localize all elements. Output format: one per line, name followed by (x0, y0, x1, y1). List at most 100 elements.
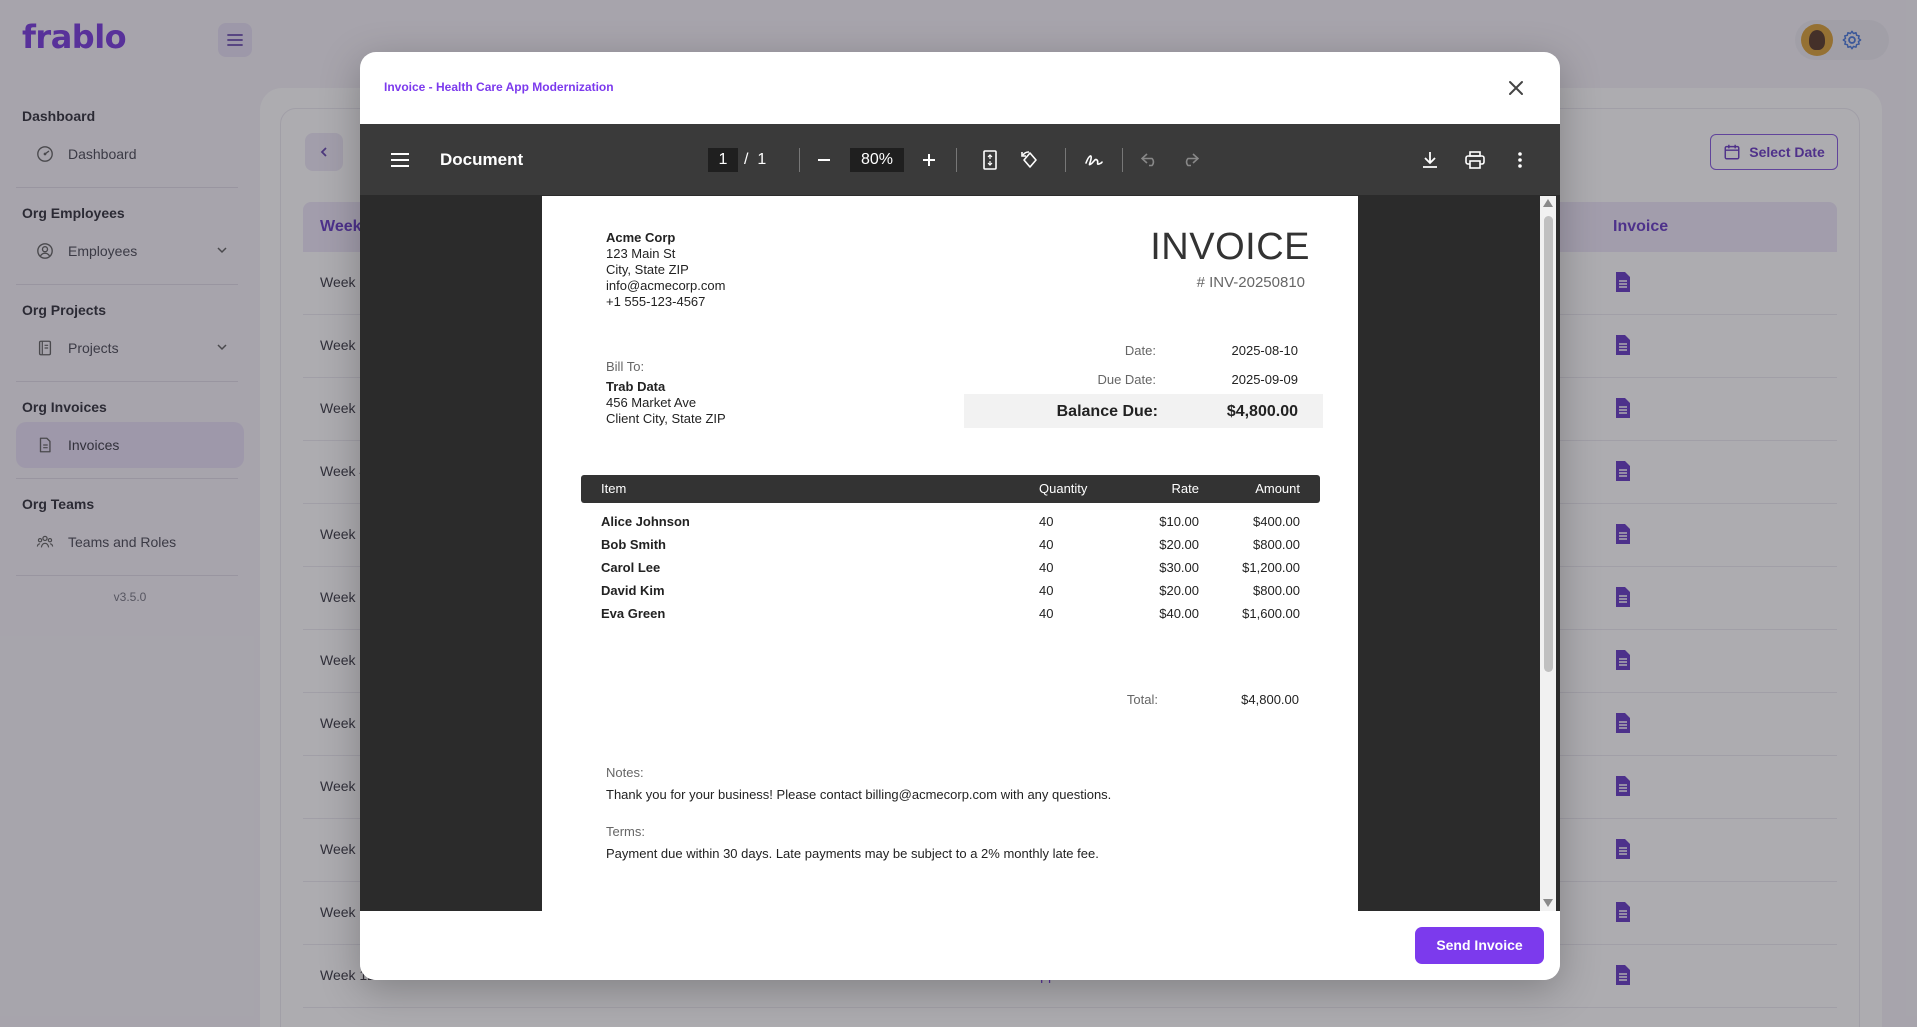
line-item-row: Carol Lee 40 $30.00 $1,200.00 (581, 557, 1320, 580)
line-item-rate: $20.00 (1159, 537, 1199, 552)
modal-title: Invoice - Health Care App Modernization (384, 80, 614, 94)
company-name: Acme Corp (606, 230, 676, 245)
pdf-document-title: Document (440, 150, 524, 169)
toolbar-divider (1122, 148, 1123, 172)
notes-label: Notes: (606, 765, 644, 780)
page-count: / 1 (744, 151, 766, 169)
date-label: Date: (1124, 343, 1156, 358)
fit-page-button[interactable] (976, 146, 1004, 174)
zoom-out-button[interactable] (810, 146, 838, 174)
line-item-row: Eva Green 40 $40.00 $1,600.00 (581, 603, 1320, 626)
zoom-level-input[interactable]: 80% (850, 148, 904, 172)
line-item-name: Eva Green (601, 606, 666, 621)
line-item-rate: $40.00 (1159, 606, 1199, 621)
toolbar-divider (956, 148, 957, 172)
send-invoice-button[interactable]: Send Invoice (1415, 927, 1544, 964)
redo-icon (1185, 153, 1199, 167)
company-info: Acme Corp 123 Main St City, State ZIP in… (606, 230, 725, 310)
notes-text: Thank you for your business! Please cont… (606, 787, 1112, 802)
pdf-scrollbar[interactable] (1540, 196, 1556, 911)
modal-footer: Send Invoice (360, 911, 1560, 980)
client-address-line1: 456 Market Ave (606, 395, 697, 410)
line-item-amount: $400.00 (1253, 514, 1300, 529)
pdf-page: Acme Corp 123 Main St City, State ZIP in… (542, 196, 1358, 911)
balance-due-label: Balance Due: (1056, 403, 1158, 420)
line-item-row: David Kim 40 $20.00 $800.00 (581, 580, 1320, 603)
toolbar-divider (799, 148, 800, 172)
line-item-quantity: 40 (1039, 514, 1054, 529)
invoice-number: # INV-20250810 (1196, 274, 1305, 291)
line-item-quantity: 40 (1039, 560, 1054, 575)
rotate-button[interactable] (1016, 146, 1044, 174)
company-email: info@acmecorp.com (606, 278, 726, 293)
line-item-rate: $10.00 (1159, 514, 1199, 529)
close-button[interactable] (1502, 74, 1530, 102)
undo-button[interactable] (1136, 146, 1164, 174)
line-item-name: David Kim (601, 583, 665, 598)
download-button[interactable] (1416, 146, 1444, 174)
download-icon (1423, 152, 1437, 168)
more-vertical-icon (1518, 152, 1522, 168)
plus-icon (923, 154, 935, 166)
company-address-line2: City, State ZIP (606, 262, 689, 277)
fit-page-icon (983, 150, 997, 170)
line-item-row: Bob Smith 40 $20.00 $800.00 (581, 534, 1320, 557)
bill-to-label: Bill To: (606, 359, 645, 374)
line-item-amount: $800.00 (1253, 583, 1300, 598)
pdf-toolbar: Document 1 / 1 80% (360, 124, 1560, 195)
redo-button[interactable] (1176, 146, 1204, 174)
print-button[interactable] (1461, 146, 1489, 174)
line-item-rate: $30.00 (1159, 560, 1199, 575)
scroll-down-arrow-icon[interactable] (1543, 899, 1553, 907)
total-pages: 1 (757, 151, 767, 168)
column-header-amount: Amount (1255, 481, 1300, 496)
draw-button[interactable] (1080, 146, 1108, 174)
total-value: $4,800.00 (1241, 692, 1299, 707)
more-options-button[interactable] (1506, 146, 1534, 174)
zoom-in-button[interactable] (915, 146, 943, 174)
line-item-amount: $1,200.00 (1242, 560, 1300, 575)
line-item-quantity: 40 (1039, 606, 1054, 621)
column-header-rate: Rate (1171, 481, 1199, 496)
invoice-heading: INVOICE (1150, 226, 1310, 268)
scroll-up-arrow-icon[interactable] (1543, 199, 1553, 207)
hamburger-icon (391, 153, 409, 167)
print-icon (1465, 151, 1485, 169)
bill-to-info: Trab Data 456 Market Ave Client City, St… (606, 379, 726, 427)
undo-icon (1141, 153, 1155, 167)
page-separator: / (744, 151, 749, 168)
rotate-icon (1021, 151, 1037, 168)
signature-icon (1085, 155, 1103, 166)
line-item-rate: $20.00 (1159, 583, 1199, 598)
balance-due-box: Balance Due: $4,800.00 (964, 394, 1323, 428)
line-item-amount: $800.00 (1253, 537, 1300, 552)
line-item-name: Carol Lee (601, 560, 661, 575)
client-address-line2: Client City, State ZIP (606, 411, 726, 426)
terms-label: Terms: (606, 824, 645, 839)
close-icon (1509, 81, 1523, 95)
terms-text: Payment due within 30 days. Late payment… (606, 846, 1099, 861)
pdf-menu-button[interactable] (386, 146, 414, 174)
line-item-quantity: 40 (1039, 583, 1054, 598)
line-item-row: Alice Johnson 40 $10.00 $400.00 (581, 511, 1320, 534)
items-table-header: Item Quantity Rate Amount (581, 475, 1320, 503)
line-item-name: Bob Smith (601, 537, 666, 552)
company-address-line1: 123 Main St (606, 246, 676, 261)
scrollbar-thumb[interactable] (1544, 216, 1553, 672)
invoice-modal: Invoice - Health Care App Modernization … (360, 52, 1560, 980)
invoice-date: 2025-08-10 (1231, 343, 1299, 358)
column-header-quantity: Quantity (1039, 481, 1088, 496)
line-item-name: Alice Johnson (601, 514, 690, 529)
company-phone: +1 555-123-4567 (606, 294, 706, 309)
due-date: 2025-09-09 (1231, 372, 1299, 387)
toolbar-divider (1065, 148, 1066, 172)
page-number-input[interactable]: 1 (708, 148, 738, 172)
line-item-amount: $1,600.00 (1242, 606, 1300, 621)
due-date-label: Due Date: (1097, 372, 1156, 387)
client-name: Trab Data (606, 379, 666, 394)
balance-due-value: $4,800.00 (1226, 403, 1298, 420)
column-header-item: Item (601, 481, 627, 496)
pdf-viewer: Document 1 / 1 80% Acme Corp 123 Main St… (360, 124, 1560, 911)
line-item-quantity: 40 (1039, 537, 1054, 552)
total-label: Total: (1126, 692, 1158, 707)
